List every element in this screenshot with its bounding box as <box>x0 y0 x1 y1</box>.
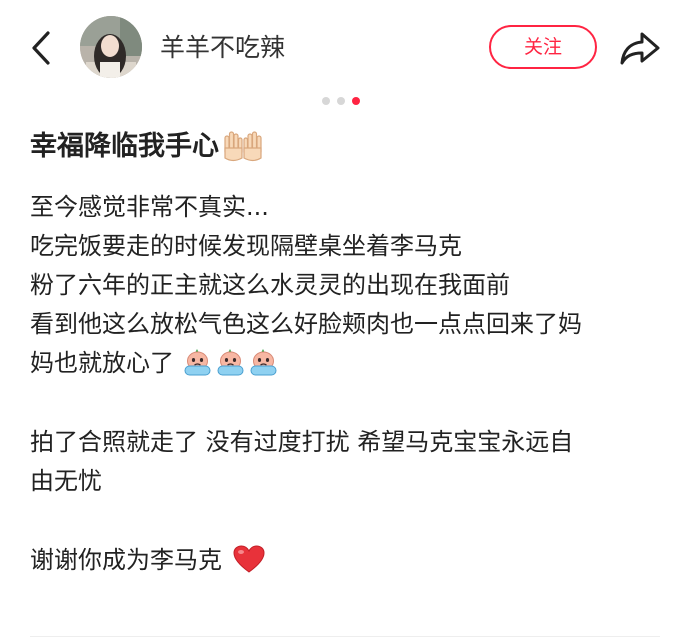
carousel-dot <box>322 97 330 105</box>
post-line: 由无忧 <box>30 467 102 495</box>
avatar[interactable] <box>80 16 142 78</box>
carousel-dot-active <box>352 97 360 105</box>
post-line: 看到他这么放松气色这么好脸颊肉也一点点回来了妈 <box>30 310 582 338</box>
crying-sticker-icon <box>215 347 246 377</box>
crying-sticker-icon <box>182 347 213 377</box>
post-line-text: 妈也就放心了 <box>30 349 174 377</box>
raising-hands-icon <box>223 130 263 164</box>
red-heart-icon <box>232 544 266 574</box>
follow-button[interactable]: 关注 <box>489 25 597 69</box>
post-title: 幸福降临我手心 <box>30 131 219 162</box>
chevron-left-icon <box>32 31 50 65</box>
post-line: 拍了合照就走了 没有过度打扰 希望马克宝宝永远自 <box>30 428 574 456</box>
back-button[interactable] <box>24 28 60 68</box>
crying-sticker-icon <box>248 347 279 377</box>
carousel-indicator <box>322 97 360 107</box>
post-line: 吃完饭要走的时候发现隔壁桌坐着李马克 <box>30 232 462 260</box>
username[interactable]: 羊羊不吃辣 <box>160 32 285 64</box>
share-icon <box>620 32 660 65</box>
carousel-dot <box>337 97 345 105</box>
divider <box>30 636 660 637</box>
post-line-with-heart: 谢谢你成为李马克 <box>30 541 670 580</box>
share-button[interactable] <box>618 28 662 68</box>
post-content: 至今感觉非常不真实... 吃完饭要走的时候发现隔壁桌坐着李马克 粉了六年的正主就… <box>30 188 670 580</box>
post-header: 羊羊不吃辣 关注 <box>0 0 690 96</box>
avatar-image <box>80 16 142 78</box>
post-line-with-stickers: 妈也就放心了 <box>30 344 670 383</box>
post-title-row: 幸福降临我手心 <box>30 128 263 166</box>
post-line: 粉了六年的正主就这么水灵灵的出现在我面前 <box>30 271 510 299</box>
post-line: 至今感觉非常不真实... <box>30 193 269 221</box>
post-line-text: 谢谢你成为李马克 <box>30 546 222 574</box>
